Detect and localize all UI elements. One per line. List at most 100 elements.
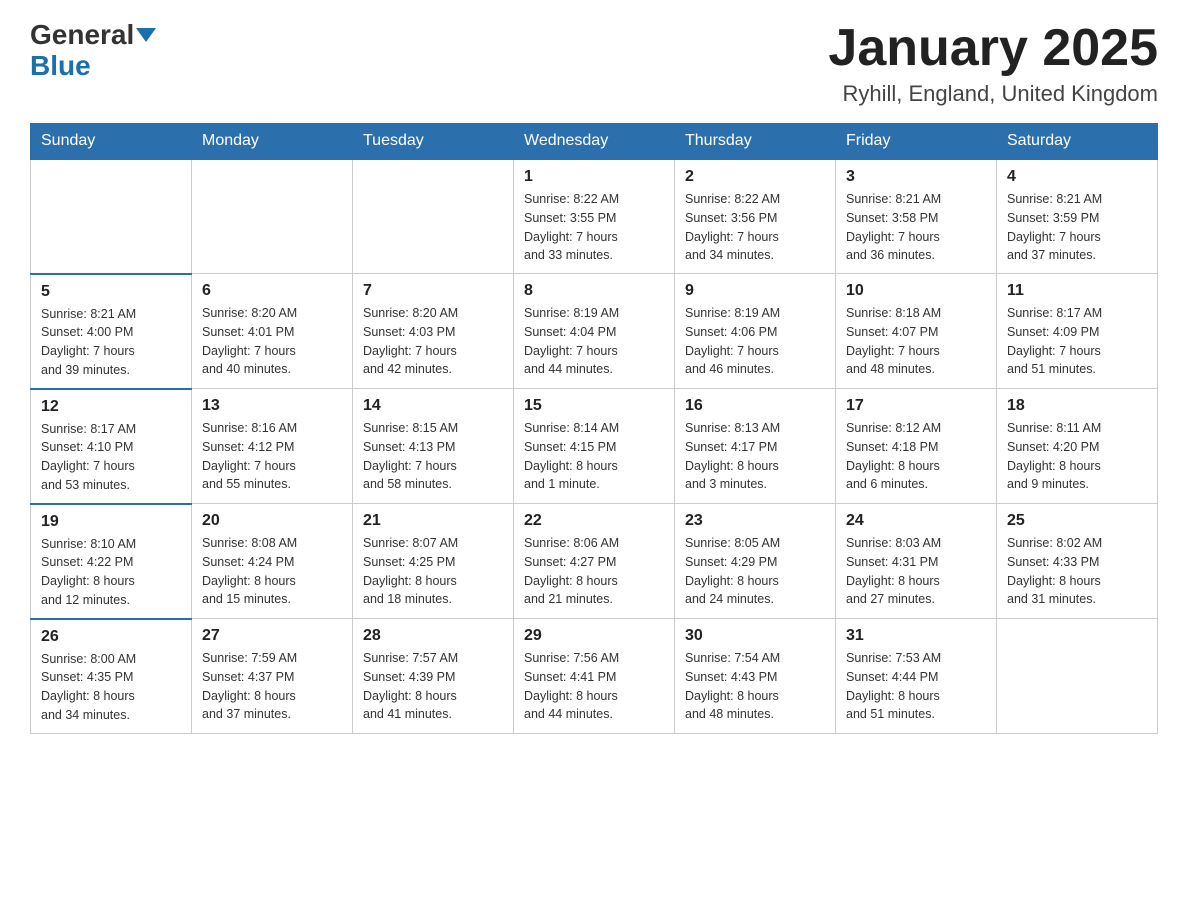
calendar-day-23: 23 Sunrise: 8:05 AMSunset: 4:29 PMDayligh… — [675, 504, 836, 619]
day-number: 3 — [846, 168, 986, 186]
calendar-week-row: 5 Sunrise: 8:21 AMSunset: 4:00 PMDaylight… — [31, 274, 1158, 389]
day-number: 18 — [1007, 397, 1147, 415]
day-number: 20 — [202, 512, 342, 530]
calendar-week-row: 26 Sunrise: 8:00 AMSunset: 4:35 PMDayligh… — [31, 619, 1158, 734]
calendar-day-31: 31Sunrise: 7:53 AMSunset: 4:44 PMDayligh… — [836, 619, 997, 734]
calendar-empty-cell — [997, 619, 1158, 734]
day-number: 29 — [524, 627, 664, 645]
day-number: 24 — [846, 512, 986, 530]
location-title: Ryhill, England, United Kingdom — [828, 81, 1158, 107]
calendar-day-9: 9Sunrise: 8:19 AMSunset: 4:06 PMDaylight… — [675, 274, 836, 389]
calendar-empty-cell — [31, 159, 192, 274]
weekday-header-thursday: Thursday — [675, 124, 836, 160]
calendar-day-24: 24 Sunrise: 8:03 AMSunset: 4:31 PMDayligh… — [836, 504, 997, 619]
calendar-day-8: 8 Sunrise: 8:19 AMSunset: 4:04 PMDaylight… — [514, 274, 675, 389]
logo-blue-text: Blue — [30, 50, 91, 81]
weekday-header-row: SundayMondayTuesdayWednesdayThursdayFrid… — [31, 124, 1158, 160]
calendar-table: SundayMondayTuesdayWednesdayThursdayFrid… — [30, 123, 1158, 734]
day-number: 6 — [202, 282, 342, 300]
day-number: 30 — [685, 627, 825, 645]
day-number: 17 — [846, 397, 986, 415]
calendar-day-18: 18 Sunrise: 8:11 AMSunset: 4:20 PMDayligh… — [997, 389, 1158, 504]
day-info: Sunrise: 8:22 AMSunset: 3:56 PMDaylight:… — [685, 190, 825, 265]
day-info: Sunrise: 8:21 AMSunset: 4:00 PMDaylight:… — [41, 305, 181, 380]
day-number: 13 — [202, 397, 342, 415]
logo-text: GeneralBlue — [30, 20, 156, 82]
day-info: Sunrise: 8:22 AMSunset: 3:55 PMDaylight:… — [524, 190, 664, 265]
day-number: 11 — [1007, 282, 1147, 300]
day-info: Sunrise: 8:20 AMSunset: 4:01 PMDaylight:… — [202, 304, 342, 379]
day-info: Sunrise: 8:17 AMSunset: 4:10 PMDaylight:… — [41, 420, 181, 495]
weekday-header-saturday: Saturday — [997, 124, 1158, 160]
day-info: Sunrise: 7:57 AMSunset: 4:39 PMDaylight:… — [363, 649, 503, 724]
day-number: 8 — [524, 282, 664, 300]
calendar-day-6: 6 Sunrise: 8:20 AMSunset: 4:01 PMDaylight… — [192, 274, 353, 389]
day-number: 14 — [363, 397, 503, 415]
day-number: 21 — [363, 512, 503, 530]
weekday-header-monday: Monday — [192, 124, 353, 160]
day-number: 9 — [685, 282, 825, 300]
calendar-day-17: 17 Sunrise: 8:12 AMSunset: 4:18 PMDayligh… — [836, 389, 997, 504]
weekday-header-friday: Friday — [836, 124, 997, 160]
day-info: Sunrise: 8:08 AMSunset: 4:24 PMDaylight:… — [202, 534, 342, 609]
calendar-day-10: 10 Sunrise: 8:18 AMSunset: 4:07 PMDayligh… — [836, 274, 997, 389]
day-number: 27 — [202, 627, 342, 645]
calendar-day-13: 13 Sunrise: 8:16 AMSunset: 4:12 PMDayligh… — [192, 389, 353, 504]
day-number: 31 — [846, 627, 986, 645]
day-info: Sunrise: 8:05 AMSunset: 4:29 PMDaylight:… — [685, 534, 825, 609]
calendar-week-row: 12 Sunrise: 8:17 AMSunset: 4:10 PMDayligh… — [31, 389, 1158, 504]
day-number: 5 — [41, 283, 181, 301]
day-number: 10 — [846, 282, 986, 300]
day-info: Sunrise: 8:11 AMSunset: 4:20 PMDaylight:… — [1007, 419, 1147, 494]
day-info: Sunrise: 8:14 AMSunset: 4:15 PMDaylight:… — [524, 419, 664, 494]
calendar-day-19: 19 Sunrise: 8:10 AMSunset: 4:22 PMDayligh… — [31, 504, 192, 619]
day-number: 26 — [41, 628, 181, 646]
day-info: Sunrise: 8:20 AMSunset: 4:03 PMDaylight:… — [363, 304, 503, 379]
day-info: Sunrise: 7:56 AMSunset: 4:41 PMDaylight:… — [524, 649, 664, 724]
calendar-day-16: 16 Sunrise: 8:13 AMSunset: 4:17 PMDayligh… — [675, 389, 836, 504]
day-number: 4 — [1007, 168, 1147, 186]
logo: GeneralBlue — [30, 20, 156, 82]
calendar-day-14: 14 Sunrise: 8:15 AMSunset: 4:13 PMDayligh… — [353, 389, 514, 504]
day-info: Sunrise: 8:16 AMSunset: 4:12 PMDaylight:… — [202, 419, 342, 494]
day-number: 12 — [41, 398, 181, 416]
calendar-week-row: 19 Sunrise: 8:10 AMSunset: 4:22 PMDayligh… — [31, 504, 1158, 619]
day-number: 22 — [524, 512, 664, 530]
page-header: GeneralBlue January 2025 Ryhill, England… — [30, 20, 1158, 107]
day-number: 25 — [1007, 512, 1147, 530]
day-info: Sunrise: 8:17 AMSunset: 4:09 PMDaylight:… — [1007, 304, 1147, 379]
day-info: Sunrise: 8:12 AMSunset: 4:18 PMDaylight:… — [846, 419, 986, 494]
calendar-day-3: 3 Sunrise: 8:21 AMSunset: 3:58 PMDaylight… — [836, 159, 997, 274]
calendar-day-11: 11 Sunrise: 8:17 AMSunset: 4:09 PMDayligh… — [997, 274, 1158, 389]
day-number: 23 — [685, 512, 825, 530]
calendar-day-2: 2 Sunrise: 8:22 AMSunset: 3:56 PMDaylight… — [675, 159, 836, 274]
day-number: 1 — [524, 168, 664, 186]
calendar-day-29: 29 Sunrise: 7:56 AMSunset: 4:41 PMDayligh… — [514, 619, 675, 734]
day-info: Sunrise: 8:10 AMSunset: 4:22 PMDaylight:… — [41, 535, 181, 610]
day-number: 19 — [41, 513, 181, 531]
day-number: 2 — [685, 168, 825, 186]
day-info: Sunrise: 8:21 AMSunset: 3:59 PMDaylight:… — [1007, 190, 1147, 265]
calendar-day-4: 4 Sunrise: 8:21 AMSunset: 3:59 PMDaylight… — [997, 159, 1158, 274]
calendar-day-30: 30Sunrise: 7:54 AMSunset: 4:43 PMDayligh… — [675, 619, 836, 734]
calendar-day-12: 12 Sunrise: 8:17 AMSunset: 4:10 PMDayligh… — [31, 389, 192, 504]
day-number: 7 — [363, 282, 503, 300]
day-info: Sunrise: 8:07 AMSunset: 4:25 PMDaylight:… — [363, 534, 503, 609]
day-info: Sunrise: 8:00 AMSunset: 4:35 PMDaylight:… — [41, 650, 181, 725]
day-info: Sunrise: 8:02 AMSunset: 4:33 PMDaylight:… — [1007, 534, 1147, 609]
weekday-header-tuesday: Tuesday — [353, 124, 514, 160]
day-info: Sunrise: 8:13 AMSunset: 4:17 PMDaylight:… — [685, 419, 825, 494]
month-title: January 2025 — [828, 20, 1158, 77]
day-info: Sunrise: 8:21 AMSunset: 3:58 PMDaylight:… — [846, 190, 986, 265]
day-number: 16 — [685, 397, 825, 415]
calendar-day-25: 25 Sunrise: 8:02 AMSunset: 4:33 PMDayligh… — [997, 504, 1158, 619]
day-info: Sunrise: 8:15 AMSunset: 4:13 PMDaylight:… — [363, 419, 503, 494]
calendar-day-5: 5 Sunrise: 8:21 AMSunset: 4:00 PMDaylight… — [31, 274, 192, 389]
calendar-day-20: 20 Sunrise: 8:08 AMSunset: 4:24 PMDayligh… — [192, 504, 353, 619]
day-info: Sunrise: 8:19 AMSunset: 4:04 PMDaylight:… — [524, 304, 664, 379]
day-info: Sunrise: 8:18 AMSunset: 4:07 PMDaylight:… — [846, 304, 986, 379]
calendar-day-15: 15 Sunrise: 8:14 AMSunset: 4:15 PMDayligh… — [514, 389, 675, 504]
day-info: Sunrise: 8:03 AMSunset: 4:31 PMDaylight:… — [846, 534, 986, 609]
day-number: 15 — [524, 397, 664, 415]
day-info: Sunrise: 7:59 AMSunset: 4:37 PMDaylight:… — [202, 649, 342, 724]
